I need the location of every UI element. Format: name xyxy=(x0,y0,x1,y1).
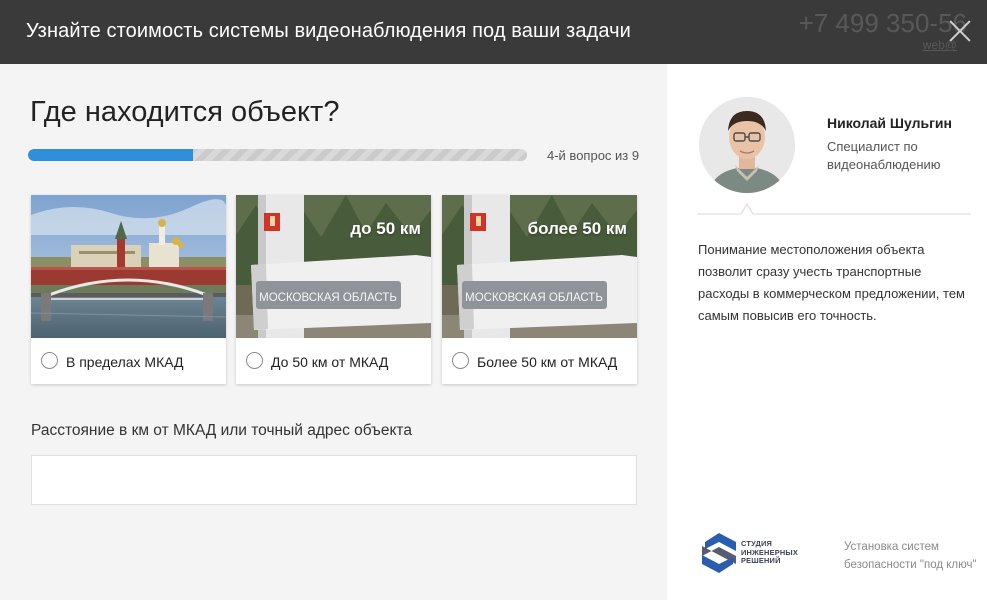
progress-counter: 4-й вопрос из 9 xyxy=(547,148,640,163)
company-logo-text: СТУДИЯ ИНЖЕНЕРНЫХ РЕШЕНИЙ xyxy=(741,539,798,566)
background-phone: +7 499 350-56 xyxy=(798,8,967,38)
company-logo-icon[interactable] xyxy=(699,532,739,574)
company-tagline: Установка систем безопасности "под ключ" xyxy=(844,541,977,571)
speech-divider xyxy=(697,203,971,215)
option-card-up-to-50km[interactable]: МОСКОВСКАЯ ОБЛАСТЬ до 50 км До 50 км от … xyxy=(236,195,431,384)
modal-title: Узнайте стоимость системы видеонаблюдени… xyxy=(26,20,631,42)
radio-up-to-50km[interactable] xyxy=(246,352,263,369)
address-field-label: Расстояние в км от МКАД или точный адрес… xyxy=(31,422,412,439)
quiz-panel: Где находится объект? 4-й вопрос из 9 В … xyxy=(0,64,667,600)
consultant-role: Специалист по видеонаблюдению xyxy=(827,139,941,172)
logo-text-line: РЕШЕНИЙ xyxy=(741,556,781,566)
consultant-hint: Понимание местоположения объекта позволи… xyxy=(698,242,965,323)
consultant-panel: Николай Шульгин Специалист по видеонаблю… xyxy=(667,64,987,600)
option-card-inside-mkad[interactable]: В пределах МКАД xyxy=(31,195,226,384)
consultant-name: Николай Шульгин xyxy=(827,115,952,131)
option-label-beyond-50km: Более 50 км от МКАД xyxy=(477,354,618,370)
region-sign-photo: МОСКОВСКАЯ ОБЛАСТЬ до 50 км xyxy=(236,195,431,338)
close-icon[interactable] xyxy=(943,14,977,48)
option-card-beyond-50km[interactable]: МОСКОВСКАЯ ОБЛАСТЬ более 50 км Более 50 … xyxy=(442,195,637,384)
photo-caption-beyond-50km: более 50 км xyxy=(527,219,627,238)
progress-fill xyxy=(28,149,193,161)
kremlin-photo xyxy=(31,195,226,338)
radio-beyond-50km[interactable] xyxy=(452,352,469,369)
background-contacts: +7 499 350-56 web@ xyxy=(767,6,967,56)
progress-bar xyxy=(28,149,527,161)
region-sign-photo: МОСКОВСКАЯ ОБЛАСТЬ более 50 км xyxy=(442,195,637,338)
sign-text-2: МОСКОВСКАЯ ОБЛАСТЬ xyxy=(259,292,397,304)
option-label-up-to-50km: До 50 км от МКАД xyxy=(271,354,389,370)
avatar xyxy=(699,97,795,193)
modal-header: +7 499 350-56 web@ Узнайте стоимость сис… xyxy=(0,0,987,64)
question-title: Где находится объект? xyxy=(30,96,340,128)
photo-caption-up-to-50km: до 50 км xyxy=(350,219,421,238)
option-label-inside-mkad: В пределах МКАД xyxy=(66,354,184,370)
sign-text-3: МОСКОВСКАЯ ОБЛАСТЬ xyxy=(465,292,603,304)
address-input[interactable] xyxy=(31,455,637,505)
radio-inside-mkad[interactable] xyxy=(41,352,58,369)
